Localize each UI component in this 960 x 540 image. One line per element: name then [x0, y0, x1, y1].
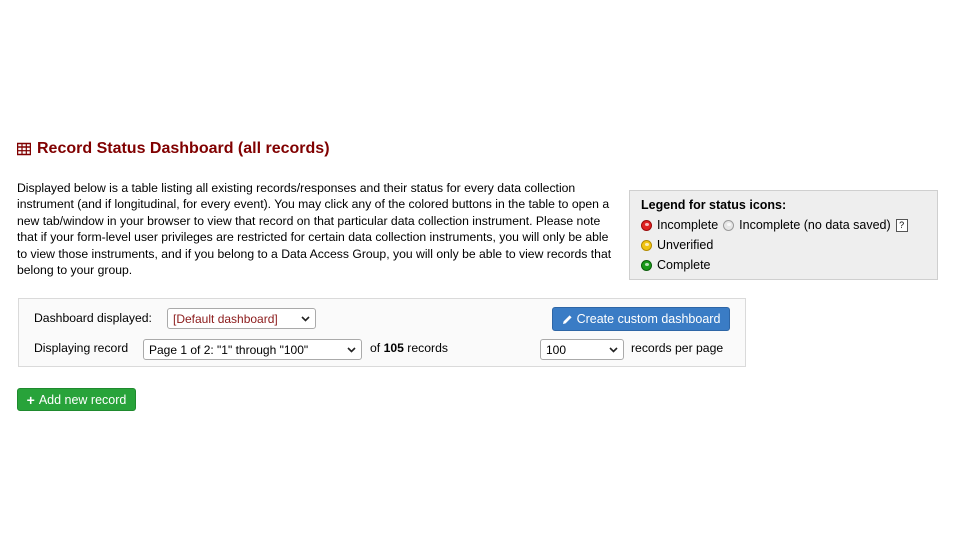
dashboard-displayed-label: Dashboard displayed:: [34, 311, 152, 325]
records-per-page-value: 100: [546, 342, 567, 357]
table-icon: [17, 142, 31, 156]
page-select-value: Page 1 of 2: "1" through "100": [149, 342, 309, 357]
legend-incomplete-label: Incomplete: [657, 218, 719, 232]
legend-incomplete-no-data-label: Incomplete (no data saved): [739, 218, 891, 232]
chevron-down-icon: [347, 346, 356, 353]
of-text: of: [370, 341, 381, 355]
pencil-icon: [562, 314, 572, 324]
help-icon[interactable]: ?: [895, 218, 908, 232]
add-new-record-button[interactable]: + Add new record: [17, 388, 136, 411]
create-custom-dashboard-label: Create custom dashboard: [576, 312, 721, 326]
dashboard-controls-panel: Dashboard displayed: [Default dashboard]…: [18, 298, 746, 367]
chevron-down-icon: [301, 315, 310, 322]
records-text: records: [407, 341, 448, 355]
legend-title: Legend for status icons:: [641, 198, 787, 212]
create-custom-dashboard-button[interactable]: Create custom dashboard: [552, 307, 730, 331]
unverified-status-icon: [641, 239, 652, 251]
add-new-record-label: Add new record: [38, 392, 127, 407]
legend-row-complete: Complete: [641, 255, 926, 275]
incomplete-no-data-status-icon: [723, 219, 735, 231]
intro-text: Displayed below is a table listing all e…: [17, 181, 612, 278]
legend-complete-label: Complete: [657, 258, 711, 272]
page-select[interactable]: Page 1 of 2: "1" through "100": [143, 339, 362, 360]
legend-unverified-label: Unverified: [657, 238, 714, 252]
legend-row-unverified: Unverified: [641, 235, 926, 255]
legend-row-incomplete: Incomplete Incomplete (no data saved) ?: [641, 215, 926, 235]
records-per-page-label: records per page: [631, 341, 724, 355]
status-legend: Legend for status icons: Incomplete Inco…: [629, 190, 938, 280]
complete-status-icon: [641, 259, 652, 271]
displaying-record-label: Displaying record: [34, 341, 129, 355]
page-title: Record Status Dashboard (all records): [17, 140, 330, 158]
dashboard-select-value: [Default dashboard]: [173, 311, 278, 326]
plus-icon: +: [26, 391, 35, 408]
page-title-text: Record Status Dashboard (all records): [37, 140, 330, 157]
incomplete-status-icon: [641, 219, 652, 231]
chevron-down-icon: [609, 346, 618, 353]
records-per-page-select[interactable]: 100: [540, 339, 624, 360]
dashboard-select[interactable]: [Default dashboard]: [167, 308, 316, 329]
record-count-text: of 105 records: [370, 341, 448, 355]
record-count: 105: [383, 341, 404, 355]
